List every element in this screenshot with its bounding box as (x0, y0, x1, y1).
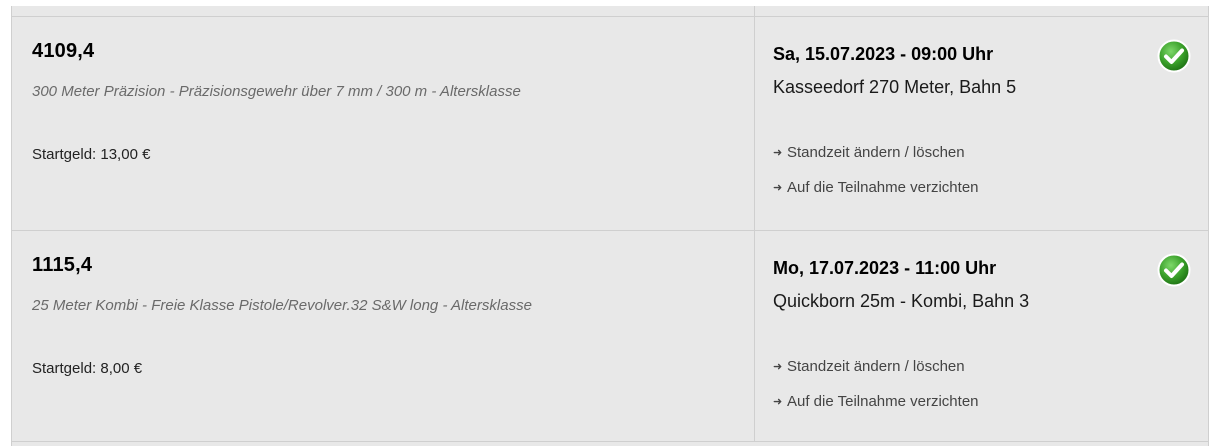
table-row: 1115,4 25 Meter Kombi - Freie Klasse Pis… (12, 230, 1208, 442)
entry-fee: Startgeld: 8,00 € (32, 360, 143, 377)
change-slot-label: Standzeit ändern / löschen (787, 144, 965, 161)
check-circle-icon (1157, 39, 1191, 73)
entry-details-cell: 4109,4 300 Meter Präzision - Präzisionsg… (12, 17, 754, 231)
withdraw-link[interactable]: ➜ Auf die Teilnahme verzichten (773, 391, 979, 426)
column-divider (754, 6, 755, 16)
entry-discipline: 300 Meter Präzision - Präzisionsgewehr ü… (32, 83, 521, 100)
schedule-venue: Kasseedorf 270 Meter, Bahn 5 (773, 77, 1017, 97)
arrow-right-icon: ➜ (773, 182, 783, 194)
arrow-right-icon: ➜ (773, 361, 783, 373)
withdraw-label: Auf die Teilnahme verzichten (787, 393, 979, 410)
entry-details-cell: 1115,4 25 Meter Kombi - Freie Klasse Pis… (12, 231, 754, 441)
table-top-strip (12, 6, 1208, 16)
arrow-right-icon: ➜ (773, 396, 783, 408)
withdraw-label: Auf die Teilnahme verzichten (787, 179, 979, 196)
change-slot-link[interactable]: ➜ Standzeit ändern / löschen (773, 356, 979, 391)
check-circle-icon (1157, 253, 1191, 287)
schedule-venue: Quickborn 25m - Kombi, Bahn 3 (773, 291, 1030, 311)
schedule-actions: ➜ Standzeit ändern / löschen ➜ Auf die Tei… (773, 142, 979, 212)
entry-amount: 4109,4 (32, 40, 95, 62)
change-slot-link[interactable]: ➜ Standzeit ändern / löschen (773, 142, 979, 177)
schedule-datetime: Sa, 15.07.2023 - 09:00 Uhr (773, 44, 994, 64)
withdraw-link[interactable]: ➜ Auf die Teilnahme verzichten (773, 177, 979, 212)
entry-discipline: 25 Meter Kombi - Freie Klasse Pistole/Re… (32, 297, 532, 314)
registrations-table: 4109,4 300 Meter Präzision - Präzisionsg… (11, 6, 1209, 446)
change-slot-label: Standzeit ändern / löschen (787, 358, 965, 375)
schedule-actions: ➜ Standzeit ändern / löschen ➜ Auf die Tei… (773, 356, 979, 426)
entry-fee: Startgeld: 13,00 € (32, 146, 151, 163)
arrow-right-icon: ➜ (773, 147, 783, 159)
table-row: 4109,4 300 Meter Präzision - Präzisionsg… (12, 16, 1208, 231)
schedule-cell: Sa, 15.07.2023 - 09:00 Uhr Kasseedorf 27… (754, 17, 1209, 231)
entry-amount: 1115,4 (32, 254, 93, 276)
schedule-datetime: Mo, 17.07.2023 - 11:00 Uhr (773, 258, 997, 278)
schedule-cell: Mo, 17.07.2023 - 11:00 Uhr Quickborn 25m… (754, 231, 1209, 441)
